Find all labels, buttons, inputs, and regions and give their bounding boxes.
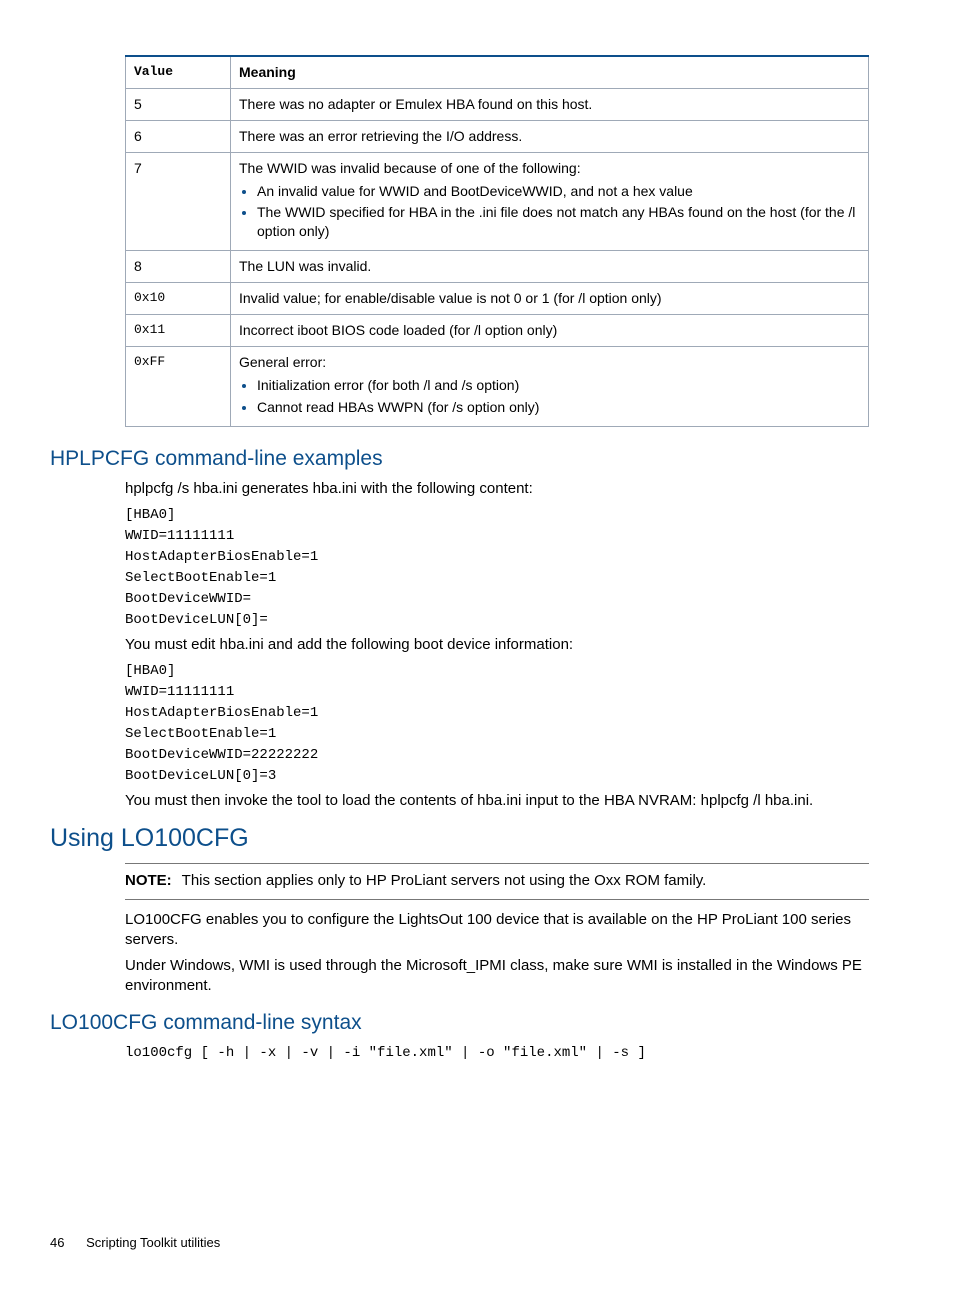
footer-title: Scripting Toolkit utilities — [86, 1235, 220, 1250]
bullet-list: An invalid value for WWID and BootDevice… — [257, 182, 860, 242]
th-meaning: Meaning — [231, 56, 869, 88]
table-row: 8The LUN was invalid. — [126, 251, 869, 283]
bullet-item: Initialization error (for both /l and /s… — [257, 376, 860, 395]
table-row: 0x11Incorrect iboot BIOS code loaded (fo… — [126, 315, 869, 347]
note-block: NOTE:This section applies only to HP Pro… — [125, 863, 869, 899]
paragraph: LO100CFG enables you to configure the Li… — [125, 910, 869, 951]
cell-meaning: The LUN was invalid. — [231, 251, 869, 283]
bullet-list: Initialization error (for both /l and /s… — [257, 376, 860, 417]
cell-meaning: The WWID was invalid because of one of t… — [231, 152, 869, 251]
error-codes-table: Value Meaning 5There was no adapter or E… — [125, 55, 869, 427]
cell-meaning: There was an error retrieving the I/O ad… — [231, 120, 869, 152]
cell-value: 5 — [126, 88, 231, 120]
table-row: 0xFFGeneral error:Initialization error (… — [126, 346, 869, 426]
heading-lo100cfg-syntax: LO100CFG command-line syntax — [50, 1009, 869, 1037]
page-number: 46 — [50, 1234, 64, 1252]
table-row: 6There was an error retrieving the I/O a… — [126, 120, 869, 152]
cell-meaning: General error:Initialization error (for … — [231, 346, 869, 426]
note-text: This section applies only to HP ProLiant… — [182, 872, 707, 889]
table-row: 7The WWID was invalid because of one of … — [126, 152, 869, 251]
paragraph: Under Windows, WMI is used through the M… — [125, 956, 869, 997]
heading-hplpcfg-examples: HPLPCFG command-line examples — [50, 445, 869, 473]
table-row: 0x10Invalid value; for enable/disable va… — [126, 283, 869, 315]
note-label: NOTE: — [125, 872, 182, 889]
paragraph: You must then invoke the tool to load th… — [125, 791, 869, 811]
cell-value: 7 — [126, 152, 231, 251]
cell-meaning: Invalid value; for enable/disable value … — [231, 283, 869, 315]
bullet-item: An invalid value for WWID and BootDevice… — [257, 182, 860, 201]
cell-value: 0xFF — [126, 346, 231, 426]
cell-value: 6 — [126, 120, 231, 152]
code-block: [HBA0] WWID=11111111 HostAdapterBiosEnab… — [125, 505, 869, 631]
cell-meaning: There was no adapter or Emulex HBA found… — [231, 88, 869, 120]
cell-value: 8 — [126, 251, 231, 283]
cell-value: 0x10 — [126, 283, 231, 315]
paragraph: You must edit hba.ini and add the follow… — [125, 635, 869, 655]
th-value: Value — [126, 56, 231, 88]
cell-value: 0x11 — [126, 315, 231, 347]
cell-meaning: Incorrect iboot BIOS code loaded (for /l… — [231, 315, 869, 347]
code-block: [HBA0] WWID=11111111 HostAdapterBiosEnab… — [125, 661, 869, 787]
bullet-item: The WWID specified for HBA in the .ini f… — [257, 203, 860, 241]
page-footer: 46 Scripting Toolkit utilities — [50, 1234, 869, 1252]
table-row: 5There was no adapter or Emulex HBA foun… — [126, 88, 869, 120]
bullet-item: Cannot read HBAs WWPN (for /s option onl… — [257, 398, 860, 417]
paragraph: hplpcfg /s hba.ini generates hba.ini wit… — [125, 479, 869, 499]
code-block: lo100cfg [ -h | -x | -v | -i "file.xml" … — [125, 1043, 869, 1064]
heading-using-lo100cfg: Using LO100CFG — [50, 822, 869, 856]
